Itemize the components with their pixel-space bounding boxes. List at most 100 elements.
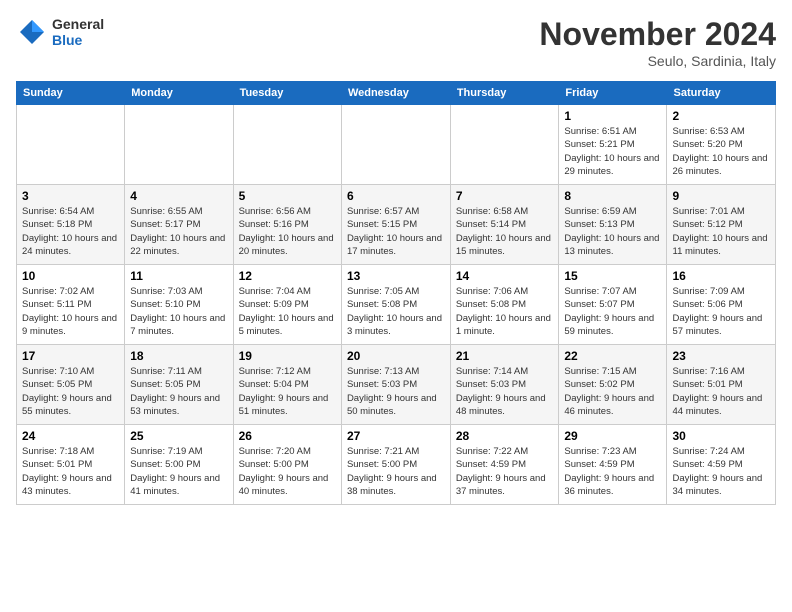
weekday-header-row: SundayMondayTuesdayWednesdayThursdayFrid…: [17, 82, 776, 105]
calendar-cell: 20Sunrise: 7:13 AMSunset: 5:03 PMDayligh…: [341, 345, 450, 425]
calendar-cell: [341, 105, 450, 185]
day-info: Sunrise: 7:12 AMSunset: 5:04 PMDaylight:…: [239, 365, 336, 418]
day-number: 6: [347, 189, 445, 203]
weekday-header: Monday: [125, 82, 233, 105]
calendar-week-row: 17 Sunrise: 7:10 AMSunset: 5:05 PMDayligh…: [17, 345, 776, 425]
calendar-cell: 3Sunrise: 6:54 AMSunset: 5:18 PMDaylight…: [17, 185, 125, 265]
day-number: 12: [239, 269, 336, 283]
calendar-cell: 23Sunrise: 7:16 AMSunset: 5:01 PMDayligh…: [667, 345, 776, 425]
logo-general-text: General: [52, 16, 104, 32]
calendar-cell: [233, 105, 341, 185]
day-number: 19: [239, 349, 336, 363]
calendar-cell: 10 Sunrise: 7:02 AMSunset: 5:11 PMDayligh…: [17, 265, 125, 345]
calendar-cell: 13 Sunrise: 7:05 AMSunset: 5:08 PMDayligh…: [341, 265, 450, 345]
day-info: Sunrise: 7:24 AMSunset: 4:59 PMDaylight:…: [672, 445, 770, 498]
day-info: Sunrise: 7:11 AMSunset: 5:05 PMDaylight:…: [130, 365, 227, 418]
day-info: Sunrise: 7:20 AMSunset: 5:00 PMDaylight:…: [239, 445, 336, 498]
calendar-cell: 24 Sunrise: 7:18 AMSunset: 5:01 PMDayligh…: [17, 425, 125, 505]
calendar-cell: 9 Sunrise: 7:01 AMSunset: 5:12 PMDaylight…: [667, 185, 776, 265]
day-number: 22: [564, 349, 661, 363]
calendar-cell: 18 Sunrise: 7:11 AMSunset: 5:05 PMDayligh…: [125, 345, 233, 425]
calendar-cell: 5Sunrise: 6:56 AMSunset: 5:16 PMDaylight…: [233, 185, 341, 265]
day-info: Sunrise: 7:01 AMSunset: 5:12 PMDaylight:…: [672, 205, 770, 258]
calendar-cell: 27 Sunrise: 7:21 AMSunset: 5:00 PMDayligh…: [341, 425, 450, 505]
day-number: 10: [22, 269, 119, 283]
month-title: November 2024: [539, 16, 776, 53]
day-info: Sunrise: 7:04 AMSunset: 5:09 PMDaylight:…: [239, 285, 336, 338]
calendar-cell: 14 Sunrise: 7:06 AMSunset: 5:08 PMDayligh…: [450, 265, 559, 345]
logo: General Blue: [16, 16, 104, 48]
calendar-cell: [450, 105, 559, 185]
day-info: Sunrise: 7:10 AMSunset: 5:05 PMDaylight:…: [22, 365, 119, 418]
page-header: General Blue November 2024 Seulo, Sardin…: [16, 16, 776, 69]
day-number: 5: [239, 189, 336, 203]
day-number: 14: [456, 269, 554, 283]
day-number: 3: [22, 189, 119, 203]
day-info: Sunrise: 7:06 AMSunset: 5:08 PMDaylight:…: [456, 285, 554, 338]
calendar-table: SundayMondayTuesdayWednesdayThursdayFrid…: [16, 81, 776, 505]
day-info: Sunrise: 7:02 AMSunset: 5:11 PMDaylight:…: [22, 285, 119, 338]
calendar-cell: 12 Sunrise: 7:04 AMSunset: 5:09 PMDayligh…: [233, 265, 341, 345]
day-number: 25: [130, 429, 227, 443]
day-info: Sunrise: 6:59 AMSunset: 5:13 PMDaylight:…: [564, 205, 661, 258]
day-info: Sunrise: 7:18 AMSunset: 5:01 PMDaylight:…: [22, 445, 119, 498]
calendar-cell: 30Sunrise: 7:24 AMSunset: 4:59 PMDayligh…: [667, 425, 776, 505]
day-number: 7: [456, 189, 554, 203]
day-info: Sunrise: 6:55 AMSunset: 5:17 PMDaylight:…: [130, 205, 227, 258]
weekday-header: Tuesday: [233, 82, 341, 105]
day-number: 15: [564, 269, 661, 283]
calendar-cell: 28 Sunrise: 7:22 AMSunset: 4:59 PMDayligh…: [450, 425, 559, 505]
day-info: Sunrise: 7:09 AMSunset: 5:06 PMDaylight:…: [672, 285, 770, 338]
calendar-cell: 26 Sunrise: 7:20 AMSunset: 5:00 PMDayligh…: [233, 425, 341, 505]
day-info: Sunrise: 7:22 AMSunset: 4:59 PMDaylight:…: [456, 445, 554, 498]
weekday-header: Saturday: [667, 82, 776, 105]
calendar-cell: 29 Sunrise: 7:23 AMSunset: 4:59 PMDayligh…: [559, 425, 667, 505]
calendar-cell: [125, 105, 233, 185]
day-number: 11: [130, 269, 227, 283]
day-number: 9: [672, 189, 770, 203]
day-info: Sunrise: 6:53 AMSunset: 5:20 PMDaylight:…: [672, 125, 770, 178]
logo-icon: [16, 16, 48, 48]
day-info: Sunrise: 7:19 AMSunset: 5:00 PMDaylight:…: [130, 445, 227, 498]
day-number: 4: [130, 189, 227, 203]
day-number: 13: [347, 269, 445, 283]
day-number: 26: [239, 429, 336, 443]
day-number: 27: [347, 429, 445, 443]
day-number: 18: [130, 349, 227, 363]
day-info: Sunrise: 6:57 AMSunset: 5:15 PMDaylight:…: [347, 205, 445, 258]
day-number: 8: [564, 189, 661, 203]
day-info: Sunrise: 7:14 AMSunset: 5:03 PMDaylight:…: [456, 365, 554, 418]
logo-text: General Blue: [52, 16, 104, 48]
calendar-cell: 21 Sunrise: 7:14 AMSunset: 5:03 PMDayligh…: [450, 345, 559, 425]
calendar-cell: 15 Sunrise: 7:07 AMSunset: 5:07 PMDayligh…: [559, 265, 667, 345]
calendar-week-row: 10 Sunrise: 7:02 AMSunset: 5:11 PMDayligh…: [17, 265, 776, 345]
day-info: Sunrise: 7:03 AMSunset: 5:10 PMDaylight:…: [130, 285, 227, 338]
calendar-cell: [17, 105, 125, 185]
weekday-header: Wednesday: [341, 82, 450, 105]
day-number: 17: [22, 349, 119, 363]
weekday-header: Friday: [559, 82, 667, 105]
day-number: 16: [672, 269, 770, 283]
logo-blue-text: Blue: [52, 32, 104, 48]
day-number: 21: [456, 349, 554, 363]
day-info: Sunrise: 7:21 AMSunset: 5:00 PMDaylight:…: [347, 445, 445, 498]
day-number: 24: [22, 429, 119, 443]
day-info: Sunrise: 6:58 AMSunset: 5:14 PMDaylight:…: [456, 205, 554, 258]
calendar-cell: 8 Sunrise: 6:59 AMSunset: 5:13 PMDaylight…: [559, 185, 667, 265]
calendar-cell: 4 Sunrise: 6:55 AMSunset: 5:17 PMDaylight…: [125, 185, 233, 265]
day-info: Sunrise: 7:23 AMSunset: 4:59 PMDaylight:…: [564, 445, 661, 498]
day-info: Sunrise: 7:07 AMSunset: 5:07 PMDaylight:…: [564, 285, 661, 338]
day-info: Sunrise: 7:13 AMSunset: 5:03 PMDaylight:…: [347, 365, 445, 418]
day-info: Sunrise: 7:05 AMSunset: 5:08 PMDaylight:…: [347, 285, 445, 338]
calendar-cell: 19 Sunrise: 7:12 AMSunset: 5:04 PMDayligh…: [233, 345, 341, 425]
day-number: 28: [456, 429, 554, 443]
calendar-cell: 16 Sunrise: 7:09 AMSunset: 5:06 PMDayligh…: [667, 265, 776, 345]
day-info: Sunrise: 6:51 AMSunset: 5:21 PMDaylight:…: [564, 125, 661, 178]
day-number: 2: [672, 109, 770, 123]
day-number: 29: [564, 429, 661, 443]
calendar-week-row: 1Sunrise: 6:51 AMSunset: 5:21 PMDaylight…: [17, 105, 776, 185]
calendar-week-row: 3Sunrise: 6:54 AMSunset: 5:18 PMDaylight…: [17, 185, 776, 265]
calendar-cell: 17 Sunrise: 7:10 AMSunset: 5:05 PMDayligh…: [17, 345, 125, 425]
calendar-week-row: 24 Sunrise: 7:18 AMSunset: 5:01 PMDayligh…: [17, 425, 776, 505]
calendar-cell: 22Sunrise: 7:15 AMSunset: 5:02 PMDayligh…: [559, 345, 667, 425]
